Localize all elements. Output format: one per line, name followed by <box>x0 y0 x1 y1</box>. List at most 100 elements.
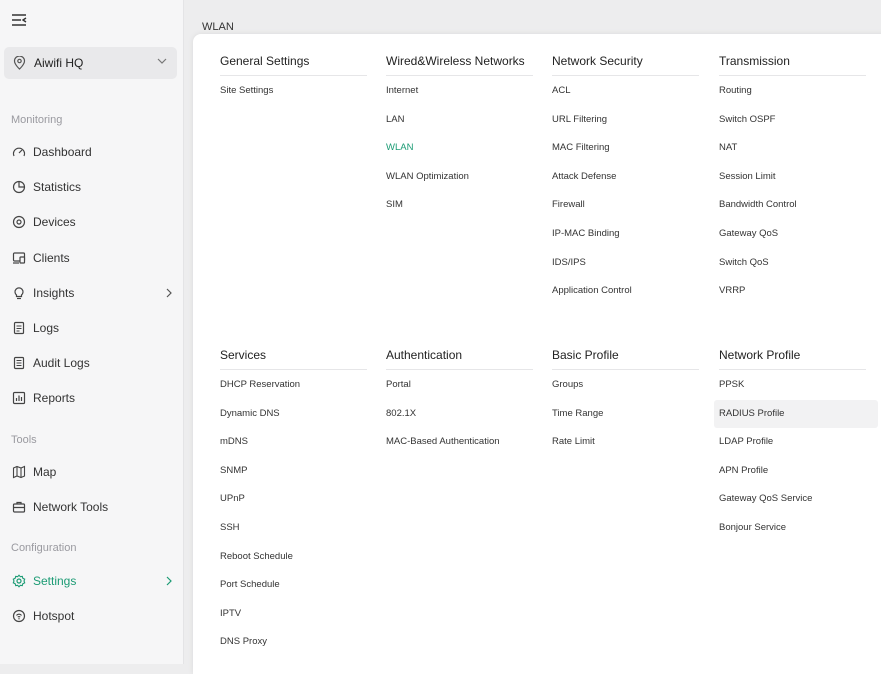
sidebar-item-devices[interactable]: Devices <box>0 209 183 235</box>
menu-group-transmission: Transmission Routing Switch OSPF NAT Ses… <box>719 54 866 306</box>
menu-group-title: Transmission <box>719 54 866 76</box>
toolbox-icon <box>12 500 26 514</box>
section-label-monitoring: Monitoring <box>11 114 63 126</box>
menu-item-upnp[interactable]: UPnP <box>220 485 367 514</box>
sidebar-item-settings[interactable]: Settings <box>0 568 183 594</box>
menu-item-internet[interactable]: Internet <box>386 77 533 106</box>
menu-item-port-schedule[interactable]: Port Schedule <box>220 571 367 600</box>
lightbulb-icon <box>12 286 26 300</box>
menu-group-network-profile: Network Profile PPSK RADIUS Profile LDAP… <box>714 348 878 543</box>
menu-item-attack-defense[interactable]: Attack Defense <box>552 163 699 192</box>
sidebar-item-dashboard[interactable]: Dashboard <box>0 139 183 165</box>
sidebar-item-label: Insights <box>33 286 75 300</box>
location-pin-icon <box>13 56 26 70</box>
menu-item-dhcp-reservation[interactable]: DHCP Reservation <box>220 371 367 400</box>
sidebar-item-network-tools[interactable]: Network Tools <box>0 494 183 520</box>
menu-item-time-range[interactable]: Time Range <box>552 400 699 429</box>
menu-item-radius-profile[interactable]: RADIUS Profile <box>714 399 878 429</box>
menu-group-network-security: Network Security ACL URL Filtering MAC F… <box>552 54 699 306</box>
menu-group-title: Services <box>220 348 367 370</box>
menu-item-site-settings[interactable]: Site Settings <box>220 77 367 106</box>
sidebar-item-label: Audit Logs <box>33 356 90 370</box>
menu-group-title: Basic Profile <box>552 348 699 370</box>
menu-item-application-control[interactable]: Application Control <box>552 277 699 306</box>
menu-group-title: Network Security <box>552 54 699 76</box>
menu-item-bandwidth-control[interactable]: Bandwidth Control <box>719 191 866 220</box>
sidebar-item-label: Devices <box>33 215 76 229</box>
menu-group-title: General Settings <box>220 54 367 76</box>
log-icon <box>12 321 26 335</box>
site-selector[interactable]: Aiwifi HQ <box>4 47 177 79</box>
menu-item-rate-limit[interactable]: Rate Limit <box>552 428 699 457</box>
sidebar-item-hotspot[interactable]: Hotspot <box>0 603 183 629</box>
menu-item-ip-mac-binding[interactable]: IP-MAC Binding <box>552 220 699 249</box>
map-icon <box>12 465 26 479</box>
sidebar-item-clients[interactable]: Clients <box>0 245 183 271</box>
menu-item-routing[interactable]: Routing <box>719 77 866 106</box>
hotspot-icon <box>12 609 26 623</box>
menu-item-mac-based-authentication[interactable]: MAC-Based Authentication <box>386 428 533 457</box>
menu-item-apn-profile[interactable]: APN Profile <box>719 457 866 486</box>
menu-item-bonjour-service[interactable]: Bonjour Service <box>719 514 866 543</box>
audit-log-icon <box>12 356 26 370</box>
menu-item-portal[interactable]: Portal <box>386 371 533 400</box>
menu-item-dynamic-dns[interactable]: Dynamic DNS <box>220 400 367 429</box>
sidebar: Aiwifi HQ Monitoring Dashboard Statistic… <box>0 0 184 664</box>
gauge-icon <box>12 145 26 159</box>
device-icon <box>12 215 26 229</box>
menu-item-ppsk[interactable]: PPSK <box>719 371 866 400</box>
menu-item-ids-ips[interactable]: IDS/IPS <box>552 249 699 278</box>
menu-item-switch-qos[interactable]: Switch QoS <box>719 249 866 278</box>
menu-item-acl[interactable]: ACL <box>552 77 699 106</box>
menu-item-iptv[interactable]: IPTV <box>220 600 367 629</box>
sidebar-item-statistics[interactable]: Statistics <box>0 174 183 200</box>
sidebar-item-logs[interactable]: Logs <box>0 315 183 341</box>
sidebar-item-label: Logs <box>33 321 60 335</box>
sidebar-item-label: Statistics <box>33 180 82 194</box>
menu-group-title: Authentication <box>386 348 533 370</box>
report-icon <box>12 391 26 405</box>
menu-item-wlan[interactable]: WLAN <box>386 134 533 163</box>
menu-item-dns-proxy[interactable]: DNS Proxy <box>220 628 367 657</box>
sidebar-item-insights[interactable]: Insights <box>0 280 183 306</box>
menu-item-mac-filtering[interactable]: MAC Filtering <box>552 134 699 163</box>
page-title: WLAN <box>202 21 234 33</box>
pie-chart-icon <box>12 180 26 194</box>
menu-item-ssh[interactable]: SSH <box>220 514 367 543</box>
menu-item-gateway-qos[interactable]: Gateway QoS <box>719 220 866 249</box>
sidebar-item-label: Settings <box>33 574 77 588</box>
sidebar-item-audit-logs[interactable]: Audit Logs <box>0 350 183 376</box>
menu-item-firewall[interactable]: Firewall <box>552 191 699 220</box>
sidebar-item-label: Clients <box>33 251 70 265</box>
menu-item-802-1x[interactable]: 802.1X <box>386 400 533 429</box>
menu-item-nat[interactable]: NAT <box>719 134 866 163</box>
menu-item-session-limit[interactable]: Session Limit <box>719 163 866 192</box>
menu-item-wlan-optimization[interactable]: WLAN Optimization <box>386 163 533 192</box>
sidebar-item-label: Reports <box>33 391 76 405</box>
menu-item-vrrp[interactable]: VRRP <box>719 277 866 306</box>
menu-group-title: Network Profile <box>719 348 866 370</box>
menu-item-mdns[interactable]: mDNS <box>220 428 367 457</box>
menu-group-general-settings: General Settings Site Settings <box>220 54 367 106</box>
menu-group-basic-profile: Basic Profile Groups Time Range Rate Lim… <box>552 348 699 457</box>
menu-item-groups[interactable]: Groups <box>552 371 699 400</box>
menu-item-sim[interactable]: SIM <box>386 191 533 220</box>
site-name: Aiwifi HQ <box>34 56 84 70</box>
menu-item-url-filtering[interactable]: URL Filtering <box>552 106 699 135</box>
menu-collapse-icon[interactable] <box>11 12 27 28</box>
menu-item-snmp[interactable]: SNMP <box>220 457 367 486</box>
sidebar-item-reports[interactable]: Reports <box>0 385 183 411</box>
menu-item-reboot-schedule[interactable]: Reboot Schedule <box>220 543 367 572</box>
menu-item-ldap-profile[interactable]: LDAP Profile <box>719 428 866 457</box>
chevron-right-icon <box>166 576 172 586</box>
menu-item-lan[interactable]: LAN <box>386 106 533 135</box>
menu-group-wired-wireless-networks: Wired&Wireless Networks Internet LAN WLA… <box>386 54 533 220</box>
sidebar-item-label: Hotspot <box>33 609 75 623</box>
settings-menu-panel: General Settings Site Settings Wired&Wir… <box>193 34 881 674</box>
clients-icon <box>12 251 26 265</box>
menu-item-gateway-qos-service[interactable]: Gateway QoS Service <box>719 485 866 514</box>
sidebar-item-label: Map <box>33 465 57 479</box>
menu-item-switch-ospf[interactable]: Switch OSPF <box>719 106 866 135</box>
sidebar-item-map[interactable]: Map <box>0 459 183 485</box>
menu-group-authentication: Authentication Portal 802.1X MAC-Based A… <box>386 348 533 457</box>
